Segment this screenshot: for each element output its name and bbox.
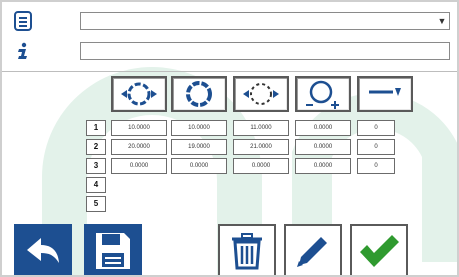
header-divider: [2, 71, 457, 72]
table-cell[interactable]: 19.0000: [171, 139, 227, 155]
row-number-3: 3: [86, 158, 106, 174]
table-cell[interactable]: 0.0000: [295, 120, 351, 136]
table-cell[interactable]: 0: [357, 158, 395, 174]
circle-solid-icon: [186, 81, 212, 107]
info-input[interactable]: [80, 42, 450, 60]
circle-tolerance-icon: [306, 80, 339, 109]
program-select[interactable]: ▼: [80, 12, 450, 30]
check-icon: [360, 234, 399, 267]
row-number-1: 1: [86, 120, 106, 136]
table-cell[interactable]: 0: [357, 139, 395, 155]
line-offset-icon: [369, 88, 401, 96]
table-cell[interactable]: 0.0000: [111, 158, 167, 174]
trash-icon: [232, 232, 262, 269]
info-icon: [10, 40, 36, 62]
mode-button-circle-solid[interactable]: [171, 76, 227, 112]
mode-button-circle-tolerance[interactable]: [295, 76, 351, 112]
back-button[interactable]: [14, 224, 72, 275]
mode-button-circle-expand[interactable]: [111, 76, 167, 112]
pencil-icon: [297, 236, 327, 267]
table-cell[interactable]: 0.0000: [295, 139, 351, 155]
screen: ▼ 1 2 3 4 5 10.0000 10.0000 11.0000 0.00…: [0, 0, 459, 277]
table-cell[interactable]: 0.0000: [295, 158, 351, 174]
mode-button-line-offset[interactable]: [357, 76, 413, 112]
table-cell[interactable]: 11.0000: [233, 120, 289, 136]
table-cell[interactable]: 20.0000: [111, 139, 167, 155]
save-icon: [96, 232, 130, 269]
program-file-icon: [10, 10, 36, 32]
back-arrow-icon: [27, 237, 59, 263]
delete-button[interactable]: [218, 224, 276, 275]
row-number-5: 5: [86, 196, 106, 212]
table-cell[interactable]: 0: [357, 120, 395, 136]
save-button[interactable]: [84, 224, 142, 275]
edit-button[interactable]: [284, 224, 342, 275]
program-row: ▼: [10, 10, 453, 32]
table-cell[interactable]: 0.0000: [233, 158, 289, 174]
row-number-4: 4: [86, 177, 106, 193]
circle-dashed-expand-icon: [243, 83, 279, 105]
info-row: [10, 40, 453, 62]
dropdown-arrow-icon[interactable]: ▼: [435, 13, 449, 29]
mode-button-circle-dashed[interactable]: [233, 76, 289, 112]
table-cell[interactable]: 10.0000: [111, 120, 167, 136]
confirm-button[interactable]: [350, 224, 408, 275]
table-cell[interactable]: 10.0000: [171, 120, 227, 136]
table-cell[interactable]: 21.0000: [233, 139, 289, 155]
circle-expand-icon: [121, 82, 157, 106]
table-cell[interactable]: 0.0000: [171, 158, 227, 174]
row-number-2: 2: [86, 139, 106, 155]
